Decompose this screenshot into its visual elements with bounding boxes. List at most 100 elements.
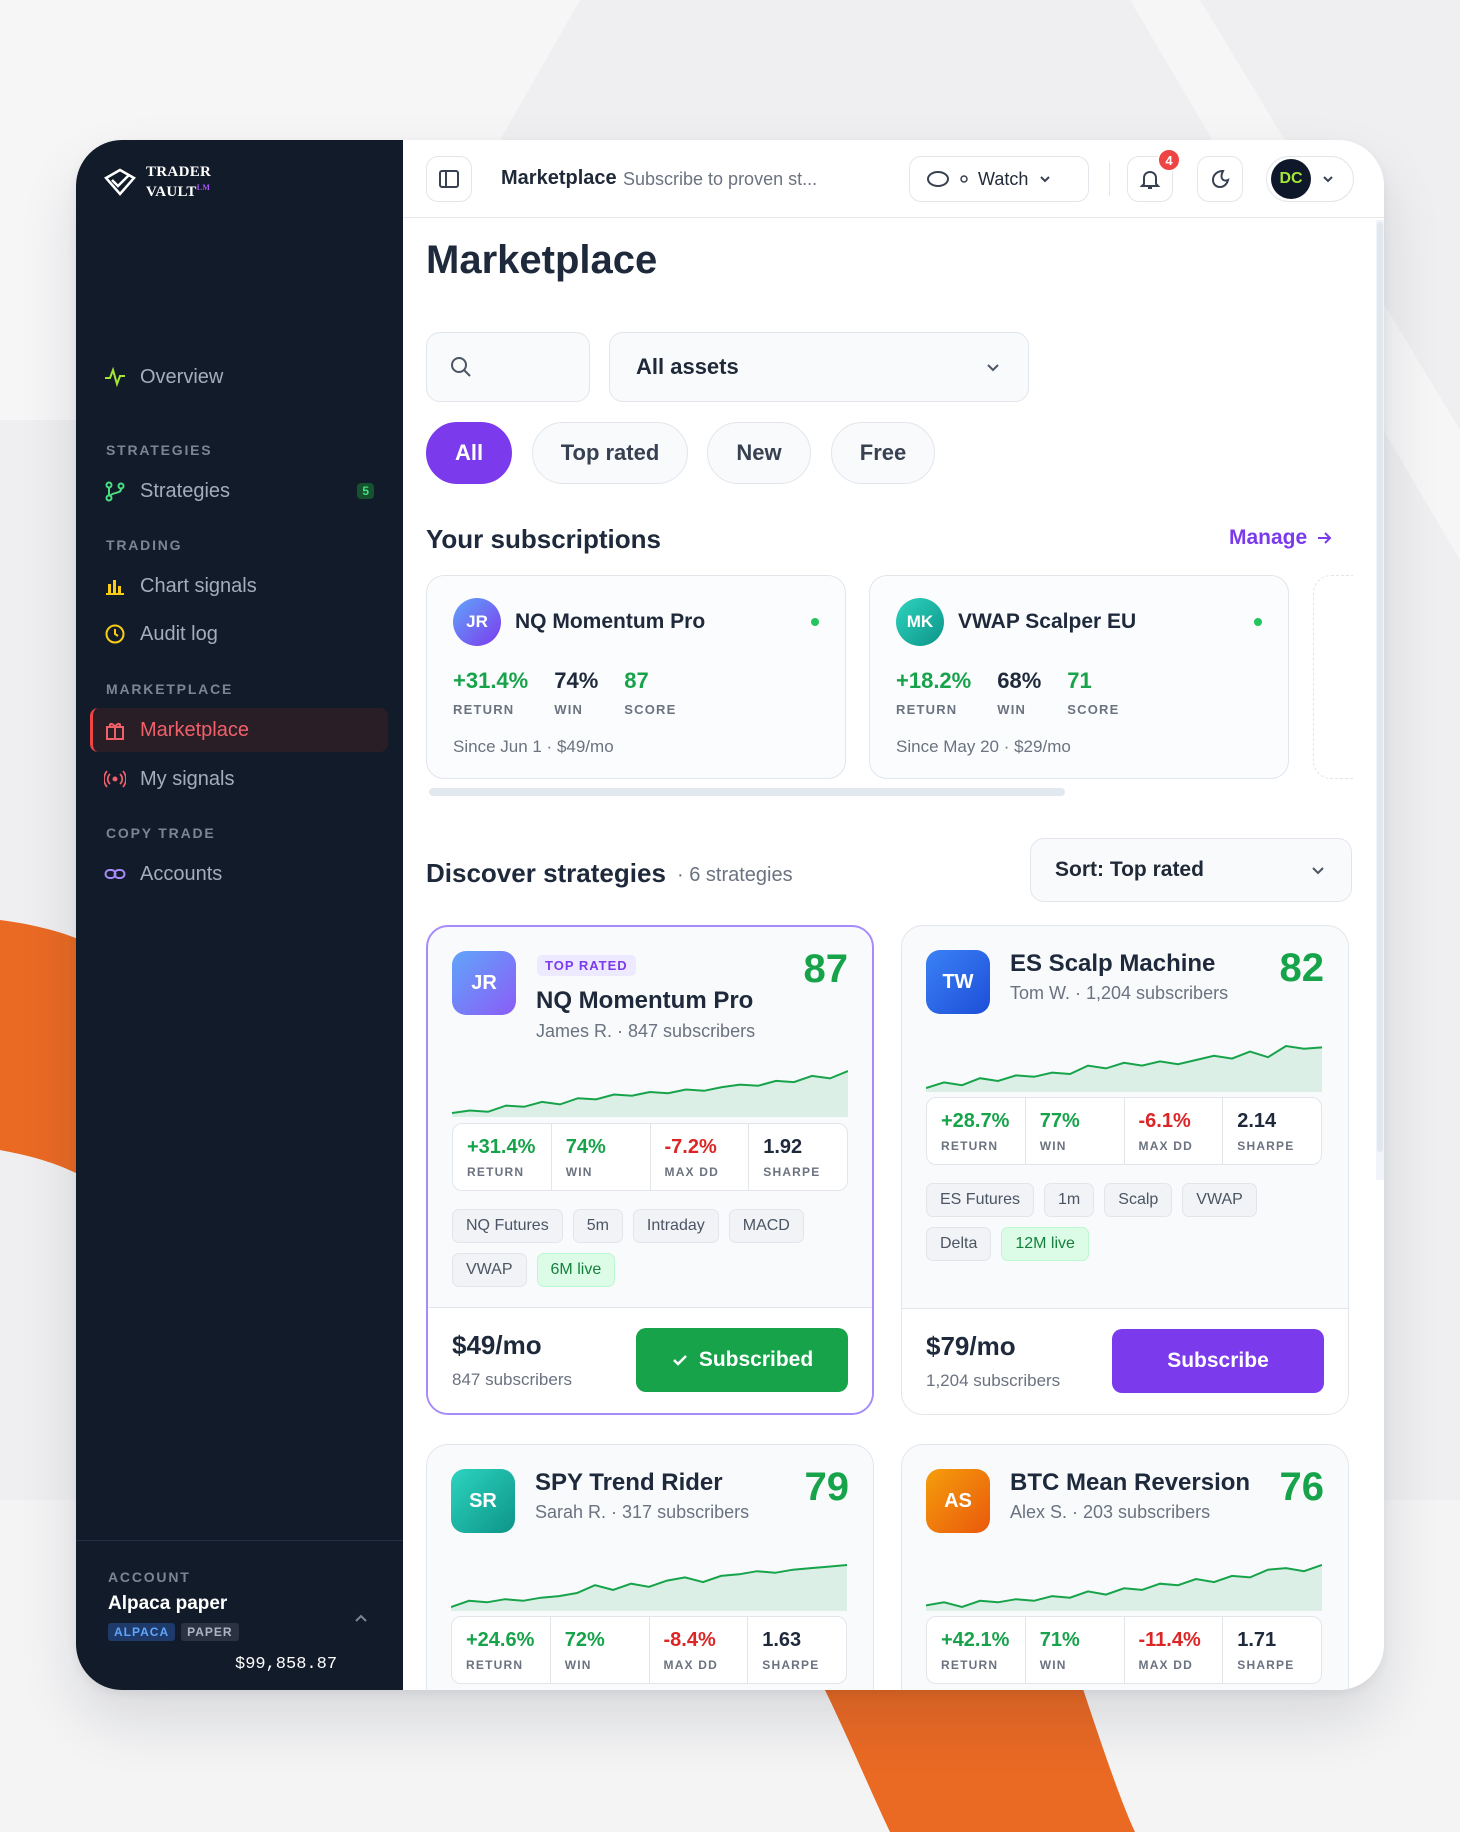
strategy-score: 76 <box>1279 1465 1325 1509</box>
filter-pill-free[interactable]: Free <box>831 422 935 484</box>
bell-icon <box>1139 170 1161 189</box>
strategy-card[interactable]: AS BTC Mean Reversion Alex S. · 203 subs… <box>901 1444 1349 1690</box>
subscribe-button[interactable]: Subscribe <box>1112 1329 1324 1393</box>
strategy-score: 79 <box>804 1465 850 1509</box>
sort-select[interactable]: Sort: Top rated <box>1030 838 1352 902</box>
sidebar-item-chart-signals[interactable]: Chart signals <box>90 564 388 608</box>
sidebar-item-my-signals[interactable]: My signals <box>90 757 388 801</box>
filter-pill-top-rated[interactable]: Top rated <box>532 422 688 484</box>
win-label: WIN <box>997 702 1027 717</box>
account-switcher[interactable]: ACCOUNT Alpaca paper ALPACA PAPER $99,85… <box>76 1540 403 1690</box>
subscription-since: Since May 20 · $29/mo <box>896 737 1071 756</box>
sidebar-item-overview[interactable]: Overview <box>90 355 388 399</box>
return-label: RETURN <box>467 1165 525 1179</box>
tag-list: ES Futures 1m Scalp VWAP Delta 12M live <box>926 1183 1326 1261</box>
sidebar-item-marketplace[interactable]: Marketplace <box>90 708 388 752</box>
win-label: WIN <box>1039 1139 1067 1153</box>
user-menu[interactable]: DC <box>1266 156 1354 202</box>
equity-sparkline <box>452 1070 848 1117</box>
breadcrumb-current: Marketplace <box>501 167 617 189</box>
moon-icon <box>1211 169 1230 189</box>
return-value: +31.4% <box>453 668 529 693</box>
subscription-name: VWAP Scalper EU <box>958 610 1137 633</box>
return-value: +18.2% <box>896 668 972 693</box>
sharpe-value: 1.63 <box>762 1629 802 1651</box>
sparkline-area <box>452 1071 848 1117</box>
theme-toggle-button[interactable] <box>1197 156 1243 202</box>
manage-subscriptions-link[interactable]: Manage <box>1229 526 1333 550</box>
sidebar-item-label: Marketplace <box>140 718 249 741</box>
win-label: WIN <box>554 702 584 717</box>
check-icon <box>672 1355 687 1366</box>
tag-chip: 1m <box>1044 1183 1095 1217</box>
strategy-card[interactable]: TW ES Scalp Machine Tom W. · 1,204 subsc… <box>901 925 1349 1415</box>
sidebar-item-accounts[interactable]: Accounts <box>90 852 388 896</box>
strategy-author: Tom W. · 1,204 subscribers <box>1010 983 1229 1003</box>
subscriber-count: 1,204 subscribers <box>926 1371 1061 1390</box>
max-dd-label: MAX DD <box>663 1658 719 1672</box>
strategy-initials: SR <box>451 1469 515 1533</box>
brand-logo[interactable]: TRADER VAULTLM <box>102 164 211 200</box>
stats-grid: +24.6% RETURN 72% WIN -8.4% MAX DD 1.63 SHAR… <box>451 1616 847 1684</box>
tag-chip: ES Futures <box>926 1183 1035 1217</box>
sparkline-area <box>926 1046 1322 1092</box>
chevron-down-icon <box>1312 867 1324 875</box>
subscribed-button[interactable]: Subscribed <box>636 1328 848 1392</box>
brand-line2: VAULT <box>146 183 197 200</box>
subscriptions-heading: Your subscriptions <box>426 524 661 554</box>
chevron-down-icon <box>1040 176 1051 183</box>
strategy-score: 87 <box>803 947 849 991</box>
subscription-card[interactable]: JR NQ Momentum Pro +31.4% RETURN 74% WIN 8… <box>426 575 846 779</box>
win-label: WIN <box>564 1658 592 1672</box>
section-trading: TRADING <box>106 537 183 553</box>
card-footer: $79/mo 1,204 subscribers Subscribe <box>902 1308 1348 1414</box>
sidebar-item-strategies[interactable]: Strategies 5 <box>90 469 388 513</box>
active-status-dot <box>1254 618 1262 626</box>
score-label: SCORE <box>624 702 677 717</box>
strategy-price: $79/mo <box>926 1331 1016 1361</box>
subscription-card[interactable]: MK VWAP Scalper EU +18.2% RETURN 68% WIN 7… <box>869 575 1289 779</box>
discover-heading: Discover strategies <box>426 858 666 888</box>
avatar: DC <box>1271 159 1311 199</box>
max-dd-label: MAX DD <box>1138 1658 1194 1672</box>
account-balance: $99,858.87 <box>235 1655 338 1674</box>
return-label: RETURN <box>896 702 958 717</box>
win-value: 68% <box>997 668 1042 693</box>
filter-pill-all[interactable]: All <box>426 422 512 484</box>
subscriber-count: 847 subscribers <box>452 1370 573 1389</box>
strategy-card[interactable]: SR SPY Trend Rider Sarah R. · 317 subscr… <box>426 1444 874 1690</box>
sort-value: Sort: Top rated <box>1055 858 1204 881</box>
eye-icon <box>927 171 949 187</box>
max-dd-value: -8.4% <box>663 1629 716 1651</box>
win-value: 74% <box>554 668 599 693</box>
strategy-name: NQ Momentum Pro <box>536 987 754 1014</box>
horizontal-scrollbar[interactable] <box>429 788 1065 796</box>
sidebar-item-audit-log[interactable]: Audit log <box>90 612 388 656</box>
max-dd-value: -6.1% <box>1138 1110 1191 1132</box>
max-dd-value: -7.2% <box>664 1136 717 1158</box>
sidebar-item-label: My signals <box>140 767 235 790</box>
win-label: WIN <box>1039 1658 1067 1672</box>
watch-label: Watch <box>978 168 1029 189</box>
asset-filter-select[interactable]: All assets <box>609 332 1029 402</box>
score-label: SCORE <box>1067 702 1120 717</box>
chevron-up-icon[interactable] <box>353 1611 369 1627</box>
notification-count-badge: 4 <box>1157 148 1181 172</box>
return-value: +28.7% <box>941 1110 1010 1132</box>
vertical-scrollbar-thumb[interactable] <box>1377 222 1383 1152</box>
sidebar-item-label: Overview <box>140 365 224 388</box>
mode-tag: PAPER <box>181 1623 239 1641</box>
watch-dropdown[interactable]: Watch <box>909 156 1089 202</box>
search-input[interactable] <box>426 332 590 402</box>
filter-pill-new[interactable]: New <box>707 422 811 484</box>
return-label: RETURN <box>453 702 515 717</box>
brand-line1: TRADER <box>146 163 212 180</box>
button-label: Subscribed <box>698 1348 814 1371</box>
stats-grid: +42.1% RETURN 71% WIN -11.4% MAX DD 1.71 SHA… <box>926 1616 1322 1684</box>
search-icon <box>451 357 471 377</box>
toggle-sidebar-button[interactable] <box>426 156 472 202</box>
tag-chip: NQ Futures <box>452 1209 563 1243</box>
sidebar-panel-icon <box>439 170 459 188</box>
strategy-card[interactable]: JR TOP RATED NQ Momentum Pro James R. · … <box>426 925 874 1415</box>
top-rated-badge: TOP RATED <box>537 955 636 976</box>
